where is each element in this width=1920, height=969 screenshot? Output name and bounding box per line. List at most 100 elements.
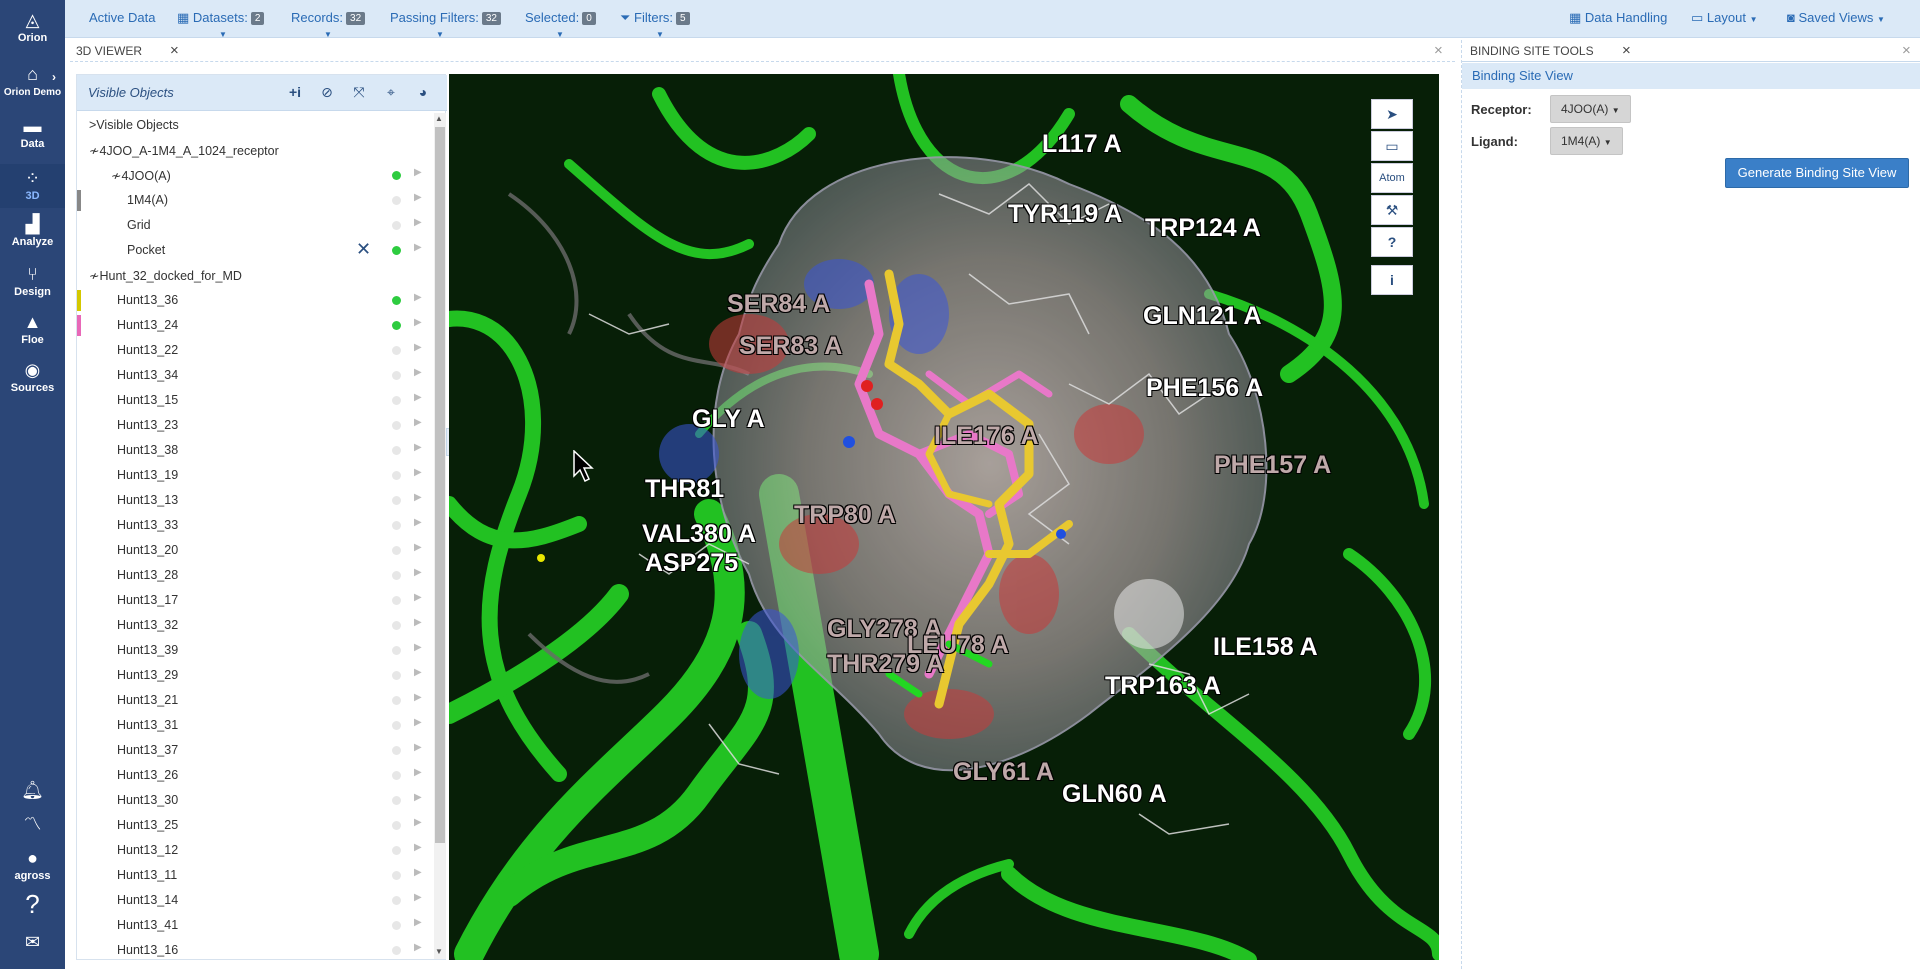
tree-row[interactable]: Hunt13_41 ▶ — [77, 913, 433, 938]
expand-arrow-icon[interactable]: ▶ — [414, 517, 422, 528]
visibility-dot-icon[interactable] — [392, 496, 401, 505]
visibility-dot-icon[interactable] — [392, 821, 401, 830]
expand-arrow-icon[interactable]: ▶ — [414, 242, 422, 253]
chevron-right-icon[interactable]: › — [52, 70, 56, 84]
visibility-dot-icon[interactable] — [392, 896, 401, 905]
tree-row[interactable]: Pocket ✕ ▶ — [77, 238, 433, 263]
visibility-dot-icon[interactable] — [392, 371, 401, 380]
nav-item-design[interactable]: ⑂ Design — [0, 264, 65, 298]
tree-row[interactable]: Hunt13_12 ▶ — [77, 838, 433, 863]
datasets-button[interactable]: ▦ Datasets: 2 — [177, 10, 265, 26]
layout-button[interactable]: ▭ Layout ▼ — [1691, 10, 1758, 26]
visibility-dot-icon[interactable] — [392, 321, 401, 330]
tree-row[interactable]: 1M4(A) ▶ — [77, 188, 433, 213]
visibility-dot-icon[interactable] — [392, 571, 401, 580]
expand-arrow-icon[interactable]: ▶ — [414, 492, 422, 503]
tab-binding-site-tools[interactable]: BINDING SITE TOOLS — [1470, 44, 1594, 58]
expand-arrow-icon[interactable]: ▶ — [414, 567, 422, 578]
visibility-dot-icon[interactable] — [392, 746, 401, 755]
expand-arrow-icon[interactable]: ▶ — [414, 442, 422, 453]
activity-button[interactable]: 〽 — [0, 814, 65, 836]
expand-arrow-icon[interactable]: ▶ — [414, 742, 422, 753]
nav-brand[interactable]: ◬ Orion — [0, 10, 65, 44]
visibility-dot-icon[interactable] — [392, 446, 401, 455]
visibility-dot-icon[interactable] — [392, 846, 401, 855]
expand-arrow-icon[interactable]: ▶ — [414, 942, 422, 953]
tree-row[interactable]: ≁4JOO_A-1M4_A_1024_receptor — [77, 138, 433, 163]
expand-arrow-icon[interactable]: ▶ — [414, 317, 422, 328]
measure-ruler-icon[interactable]: ▭ — [1371, 131, 1413, 161]
visibility-dot-icon[interactable] — [392, 196, 401, 205]
tree-row[interactable]: Hunt13_20 ▶ — [77, 538, 433, 563]
visibility-dot-icon[interactable] — [392, 696, 401, 705]
visibility-dot-icon[interactable] — [392, 871, 401, 880]
receptor-dropdown[interactable]: 4JOO(A) ▼ — [1550, 95, 1631, 123]
tree-row[interactable]: Hunt13_28 ▶ — [77, 563, 433, 588]
tree-row[interactable]: Hunt13_31 ▶ — [77, 713, 433, 738]
saved-views-button[interactable]: ◙ Saved Views ▼ — [1787, 10, 1885, 25]
expand-arrow-icon[interactable]: ▶ — [414, 217, 422, 228]
tree-row[interactable]: Hunt13_21 ▶ — [77, 688, 433, 713]
hide-icon[interactable]: ⊘ — [317, 84, 337, 101]
expand-arrow-icon[interactable]: ▶ — [414, 367, 422, 378]
tree-row[interactable]: Hunt13_24 ▶ — [77, 313, 433, 338]
tree-row[interactable]: Hunt13_30 ▶ — [77, 788, 433, 813]
user-button[interactable]: ● agross — [0, 848, 65, 882]
visibility-dot-icon[interactable] — [392, 396, 401, 405]
tree-row[interactable]: Hunt13_36 ▶ — [77, 288, 433, 313]
nav-item-3d[interactable]: ⁘ 3D — [0, 164, 65, 208]
visibility-dot-icon[interactable] — [392, 771, 401, 780]
info-icon[interactable]: i — [1371, 265, 1413, 295]
tree-row[interactable]: Grid ▶ — [77, 213, 433, 238]
tree-row[interactable]: Hunt13_26 ▶ — [77, 763, 433, 788]
tree-row[interactable]: Hunt13_22 ▶ — [77, 338, 433, 363]
tree-row[interactable]: Hunt13_19 ▶ — [77, 463, 433, 488]
tree-row[interactable]: Hunt13_37 ▶ — [77, 738, 433, 763]
expand-arrow-icon[interactable]: ▶ — [414, 617, 422, 628]
visibility-dot-icon[interactable] — [392, 546, 401, 555]
expand-arrow-icon[interactable]: ▶ — [414, 842, 422, 853]
chevron-down-icon[interactable]: ▼ — [219, 30, 227, 39]
tree-row[interactable]: Hunt13_38 ▶ — [77, 438, 433, 463]
visibility-dot-icon[interactable] — [392, 921, 401, 930]
expand-arrow-icon[interactable]: ▶ — [414, 467, 422, 478]
expand-arrow-icon[interactable]: ▶ — [414, 892, 422, 903]
visibility-dot-icon[interactable] — [392, 596, 401, 605]
generate-binding-site-view-button[interactable]: Generate Binding Site View — [1725, 158, 1909, 188]
close-panel-icon[interactable]: × — [1434, 42, 1443, 59]
visibility-dot-icon[interactable] — [392, 721, 401, 730]
tree-row[interactable]: Hunt13_39 ▶ — [77, 638, 433, 663]
filters-button[interactable]: ⏷ Filters: 5 — [620, 10, 690, 26]
nav-item-data[interactable]: ▬ Data — [0, 116, 65, 150]
molecule-3d-canvas[interactable]: L117 A TYR119 A TRP124 A SER84 A SER83 A GLN1… — [449, 74, 1439, 960]
tree-row[interactable]: Hunt13_33 ▶ — [77, 513, 433, 538]
visibility-dot-icon[interactable] — [392, 621, 401, 630]
tree-scrollbar[interactable]: ▲ ▼ — [434, 113, 446, 959]
tree-row[interactable]: Hunt13_15 ▶ — [77, 388, 433, 413]
tree-row[interactable]: Hunt13_25 ▶ — [77, 813, 433, 838]
visibility-dot-icon[interactable] — [392, 796, 401, 805]
nav-item-orion-demo[interactable]: ⌂ Orion Demo › — [0, 64, 65, 98]
tree-row[interactable]: Hunt13_29 ▶ — [77, 663, 433, 688]
chevron-down-icon[interactable]: ▼ — [656, 30, 664, 39]
expand-arrow-icon[interactable]: ▶ — [414, 417, 422, 428]
nav-item-floe[interactable]: ▲ Floe — [0, 312, 65, 346]
visibility-dot-icon[interactable] — [392, 646, 401, 655]
visibility-dot-icon[interactable] — [392, 246, 401, 255]
expand-arrow-icon[interactable]: ▶ — [414, 692, 422, 703]
visibility-dot-icon[interactable] — [392, 346, 401, 355]
center-icon[interactable]: ⌖ — [381, 84, 401, 101]
expand-arrow-icon[interactable]: ▶ — [414, 792, 422, 803]
tree-row[interactable]: Hunt13_34 ▶ — [77, 363, 433, 388]
tree-row[interactable]: Hunt13_23 ▶ — [77, 413, 433, 438]
select-arrow-icon[interactable]: ➤ — [1371, 99, 1413, 129]
nav-item-analyze[interactable]: ▟ Analyze — [0, 214, 65, 248]
expand-arrow-icon[interactable]: ▶ — [414, 592, 422, 603]
chevron-down-icon[interactable]: ▼ — [436, 30, 444, 39]
chevron-down-icon[interactable]: ▼ — [556, 30, 564, 39]
tree-row[interactable]: ≁4JOO(A) ▶ — [77, 163, 433, 188]
expand-arrow-icon[interactable]: ▶ — [414, 392, 422, 403]
scroll-down-icon[interactable]: ▼ — [435, 947, 443, 956]
selected-button[interactable]: Selected: 0 — [525, 10, 596, 25]
scrollbar-thumb[interactable] — [435, 127, 445, 843]
